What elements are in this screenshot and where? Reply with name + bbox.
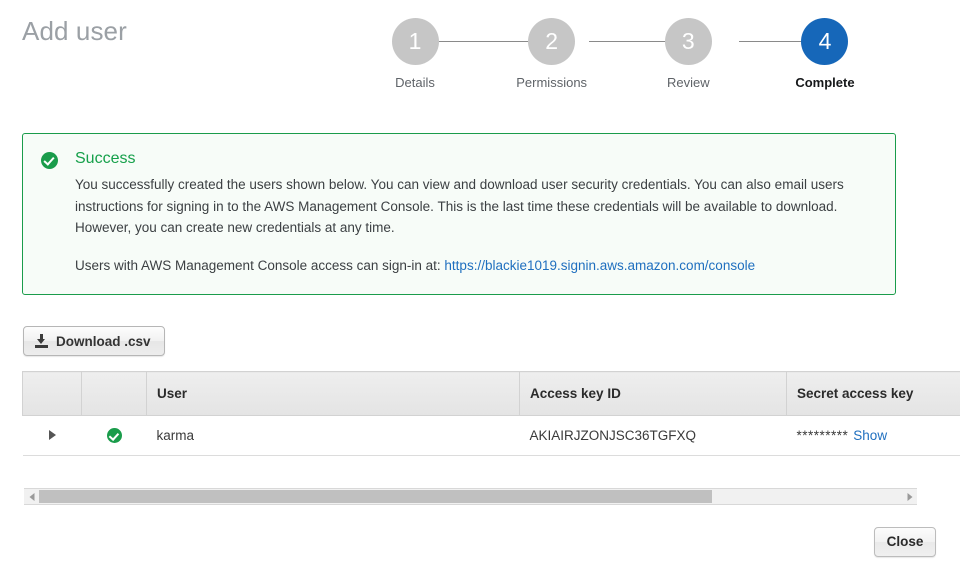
close-button[interactable]: Close — [874, 527, 936, 557]
row-secret-access-key: ********* Show — [787, 416, 960, 456]
step-number-2: 2 — [528, 18, 575, 65]
page-header: Add user 1 Details 2 Permissions 3 Revie… — [0, 0, 960, 118]
users-table: User Access key ID Secret access key kar… — [22, 371, 960, 456]
check-circle-icon — [107, 428, 122, 443]
column-header-access-key-id: Access key ID — [520, 372, 787, 416]
row-status-cell — [82, 416, 147, 456]
page-title: Add user — [22, 16, 127, 47]
step-number-4: 4 — [801, 18, 848, 65]
row-user-name: karma — [147, 416, 520, 456]
caret-right-icon[interactable] — [902, 489, 917, 504]
show-secret-link[interactable]: Show — [853, 428, 887, 443]
secret-masked-value: ********* — [797, 428, 849, 443]
check-circle-icon — [41, 152, 58, 169]
scrollbar-track[interactable] — [39, 490, 902, 503]
column-header-expand — [23, 372, 82, 416]
step-label-permissions: Permissions — [492, 75, 612, 90]
column-header-user: User — [147, 372, 520, 416]
wizard-stepper: 1 Details 2 Permissions 3 Review 4 Compl… — [355, 18, 885, 110]
horizontal-scrollbar[interactable] — [24, 488, 917, 505]
alert-body: Success You successfully created the use… — [75, 150, 877, 276]
table-header-row: User Access key ID Secret access key — [23, 372, 960, 416]
signin-url-link[interactable]: https://blackie1019.signin.aws.amazon.co… — [444, 258, 755, 273]
users-table-container: User Access key ID Secret access key kar… — [22, 371, 918, 456]
step-label-details: Details — [355, 75, 475, 90]
alert-paragraph-2: Users with AWS Management Console access… — [75, 255, 877, 277]
download-csv-label: Download .csv — [56, 334, 151, 349]
chevron-right-icon[interactable] — [49, 430, 56, 440]
success-alert: Success You successfully created the use… — [22, 133, 896, 295]
stepper-track: 1 Details 2 Permissions 3 Review 4 Compl… — [355, 18, 885, 90]
step-details[interactable]: 1 Details — [355, 18, 475, 90]
users-table-head: User Access key ID Secret access key — [23, 372, 960, 416]
table-row: karma AKIAIRJZONJSC36TGFXQ ********* Show — [23, 416, 960, 456]
users-table-body: karma AKIAIRJZONJSC36TGFXQ ********* Show — [23, 416, 960, 456]
column-header-status — [82, 372, 147, 416]
row-access-key-id: AKIAIRJZONJSC36TGFXQ — [520, 416, 787, 456]
signin-prefix-text: Users with AWS Management Console access… — [75, 258, 444, 273]
scrollbar-thumb[interactable] — [39, 490, 712, 503]
alert-title: Success — [75, 150, 877, 168]
row-expand-cell[interactable] — [23, 416, 82, 456]
column-header-secret-access-key: Secret access key — [787, 372, 960, 416]
step-permissions[interactable]: 2 Permissions — [492, 18, 612, 90]
step-number-1: 1 — [392, 18, 439, 65]
step-review[interactable]: 3 Review — [628, 18, 748, 90]
step-label-review: Review — [628, 75, 748, 90]
step-number-3: 3 — [665, 18, 712, 65]
alert-paragraph-1: You successfully created the users shown… — [75, 174, 877, 239]
alert-icon-cell — [41, 150, 75, 276]
step-complete[interactable]: 4 Complete — [765, 18, 885, 90]
step-label-complete: Complete — [765, 75, 885, 90]
download-icon — [35, 334, 48, 348]
download-csv-button[interactable]: Download .csv — [23, 326, 165, 356]
caret-left-icon[interactable] — [24, 489, 39, 504]
